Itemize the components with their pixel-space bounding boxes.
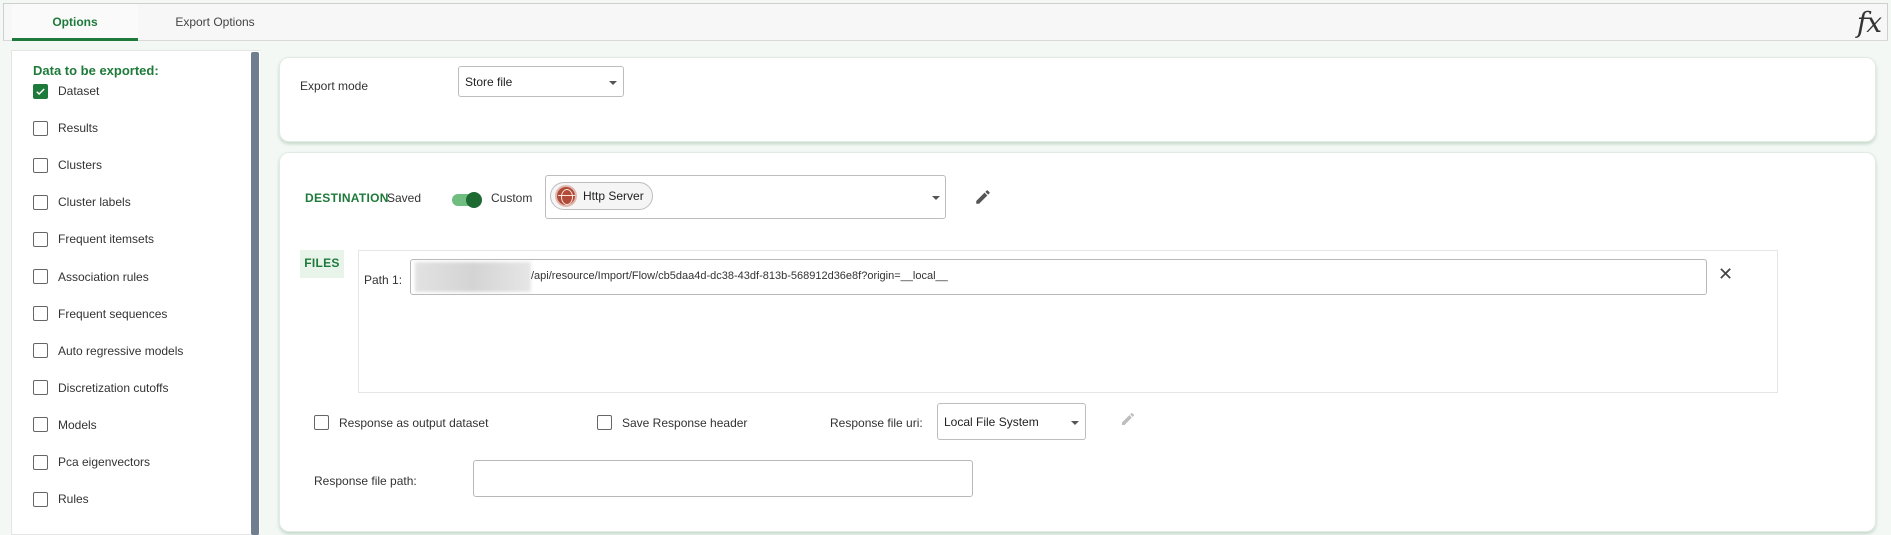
server-chip-label: Http Server bbox=[583, 189, 644, 203]
path-input[interactable]: /api/resource/Import/Flow/cb5daa4d-dc38-… bbox=[410, 259, 1707, 295]
checkbox-icon bbox=[33, 157, 48, 173]
files-tag: FILES bbox=[300, 250, 344, 278]
export-option-rules[interactable]: Rules bbox=[33, 489, 89, 509]
saved-custom-toggle[interactable] bbox=[452, 191, 482, 209]
export-option-results[interactable]: Results bbox=[33, 118, 98, 138]
chevron-down-icon bbox=[609, 81, 617, 85]
checkbox-icon bbox=[597, 415, 612, 430]
save-response-header-checkbox[interactable]: Save Response header bbox=[597, 415, 747, 430]
export-option-label: Pca eigenvectors bbox=[58, 455, 151, 469]
data-export-list: Data to be exported: Dataset Results Clust… bbox=[11, 50, 260, 535]
response-file-path-input[interactable] bbox=[473, 460, 973, 497]
edit-destination-icon[interactable] bbox=[974, 188, 992, 206]
custom-label: Custom bbox=[491, 191, 533, 205]
export-option-clusters[interactable]: Clusters bbox=[33, 155, 102, 175]
response-file-uri-value: Local File System bbox=[944, 415, 1039, 429]
response-file-path-label: Response file path: bbox=[314, 474, 417, 488]
export-option-cluster-labels[interactable]: Cluster labels bbox=[33, 192, 131, 212]
formula-icon[interactable]: fx bbox=[1857, 6, 1882, 39]
response-as-output-checkbox[interactable]: Response as output dataset bbox=[314, 415, 488, 430]
chevron-down-icon bbox=[1071, 421, 1079, 425]
saved-label: Saved bbox=[387, 191, 422, 205]
checkbox-checked-icon bbox=[33, 83, 48, 99]
edit-response-uri-icon[interactable] bbox=[1120, 411, 1136, 427]
export-list-title: Data to be exported: bbox=[33, 63, 159, 78]
redacted-host bbox=[415, 262, 531, 292]
export-option-label: Frequent itemsets bbox=[58, 232, 155, 247]
export-mode-value: Store file bbox=[465, 75, 513, 89]
path-value: /api/resource/Import/Flow/cb5daa4d-dc38-… bbox=[531, 270, 948, 282]
checkbox-icon bbox=[33, 454, 48, 470]
response-file-uri-select[interactable]: Local File System bbox=[937, 403, 1086, 440]
destination-card: DESTINATION Saved Custom Http Server FIL… bbox=[279, 152, 1876, 532]
server-chip: Http Server bbox=[550, 182, 653, 210]
export-option-dataset[interactable]: Dataset bbox=[33, 81, 99, 101]
export-option-label: Results bbox=[58, 121, 99, 136]
checkbox-icon bbox=[33, 380, 48, 396]
export-mode-card: Export mode Store file bbox=[279, 57, 1876, 142]
export-task-panel: Options Export Options fx Data to be exp… bbox=[0, 0, 1891, 535]
export-option-label: Models bbox=[58, 417, 97, 432]
tab-options[interactable]: Options bbox=[12, 4, 138, 41]
export-mode-label: Export mode bbox=[300, 79, 369, 93]
export-option-auto-regressive-models[interactable]: Auto regressive models bbox=[33, 341, 183, 361]
checkbox-icon bbox=[33, 231, 48, 247]
globe-icon bbox=[555, 185, 577, 207]
checkbox-icon bbox=[314, 415, 329, 430]
export-option-label: Auto regressive models bbox=[58, 343, 184, 358]
export-option-label: Cluster labels bbox=[58, 195, 131, 210]
export-option-label: Frequent sequences bbox=[58, 306, 168, 321]
chevron-down-icon bbox=[932, 196, 940, 200]
checkbox-icon bbox=[33, 417, 48, 433]
checkbox-icon bbox=[33, 306, 48, 322]
export-option-label: Clusters bbox=[58, 158, 103, 173]
close-icon[interactable]: ✕ bbox=[1718, 265, 1733, 283]
export-option-models[interactable]: Models bbox=[33, 415, 97, 435]
export-option-frequent-itemsets[interactable]: Frequent itemsets bbox=[33, 229, 154, 249]
checkbox-icon bbox=[33, 269, 48, 284]
tab-export-options[interactable]: Export Options bbox=[152, 4, 278, 41]
export-option-association-rules[interactable]: Association rules bbox=[33, 267, 149, 287]
checkbox-icon bbox=[33, 343, 48, 359]
export-option-label: Rules bbox=[58, 492, 89, 507]
tab-bar: Options Export Options fx bbox=[3, 3, 1888, 41]
checkbox-icon bbox=[33, 491, 48, 507]
destination-select[interactable]: Http Server bbox=[545, 175, 946, 219]
files-box: Path 1: /api/resource/Import/Flow/cb5daa… bbox=[358, 250, 1778, 393]
toggle-knob bbox=[466, 192, 482, 208]
export-option-discretization-cutoffs[interactable]: Discretization cutoffs bbox=[33, 378, 169, 398]
export-option-label: Dataset bbox=[58, 84, 100, 98]
checkbox-icon bbox=[33, 120, 48, 136]
left-panel-scrollbar[interactable] bbox=[251, 52, 259, 535]
save-response-header-label: Save Response header bbox=[622, 415, 748, 430]
path-label: Path 1: bbox=[364, 273, 403, 287]
export-mode-select[interactable]: Store file bbox=[458, 66, 624, 97]
export-option-pca-eigenvectors[interactable]: Pca eigenvectors bbox=[33, 452, 150, 472]
export-option-label: Discretization cutoffs bbox=[58, 380, 169, 395]
response-file-uri-label: Response file uri: bbox=[830, 416, 923, 430]
response-as-output-label: Response as output dataset bbox=[339, 415, 489, 430]
checkbox-icon bbox=[33, 194, 48, 210]
destination-title: DESTINATION bbox=[305, 191, 389, 205]
export-option-label: Association rules bbox=[58, 269, 149, 284]
export-option-frequent-sequences[interactable]: Frequent sequences bbox=[33, 304, 167, 324]
